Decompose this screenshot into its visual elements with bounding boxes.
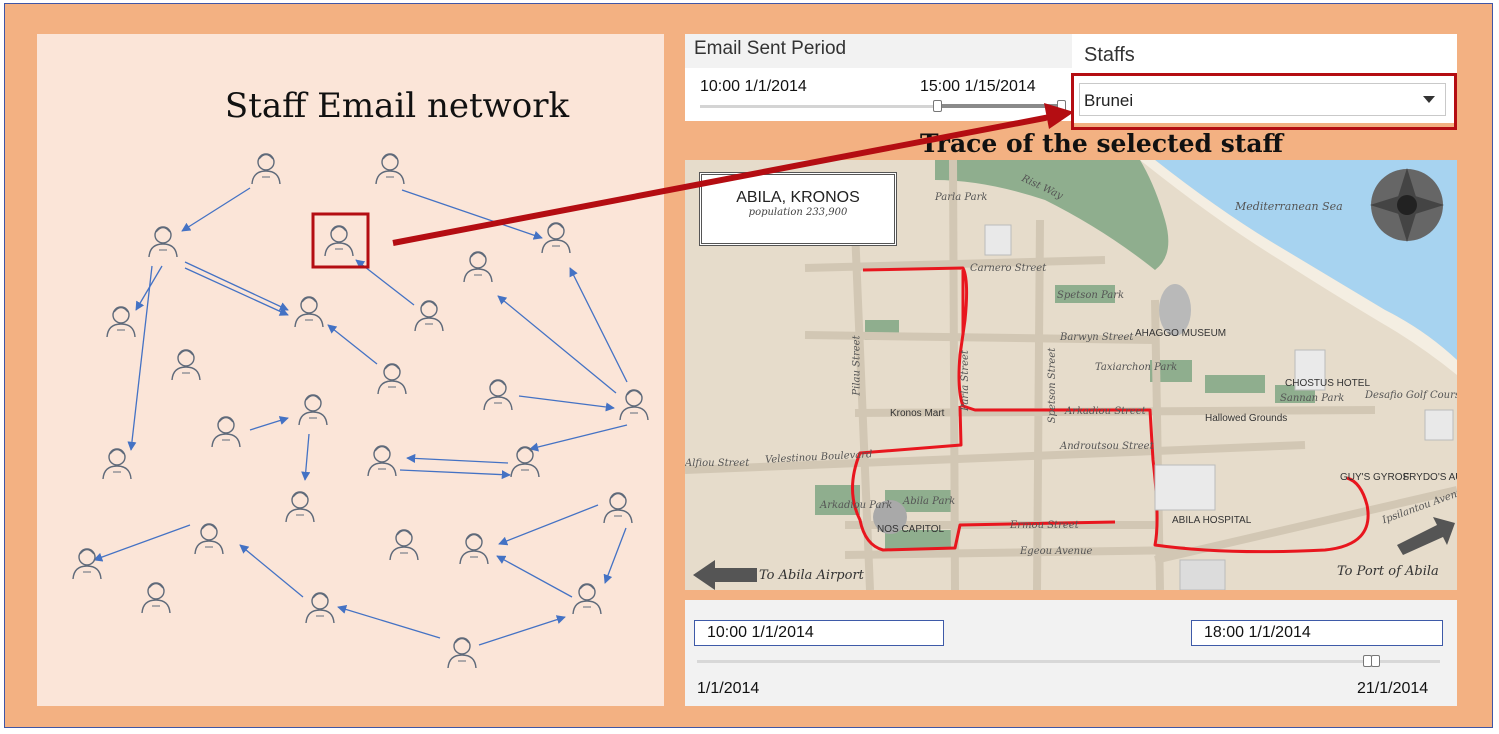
selection-link-arrow (392, 103, 1074, 246)
